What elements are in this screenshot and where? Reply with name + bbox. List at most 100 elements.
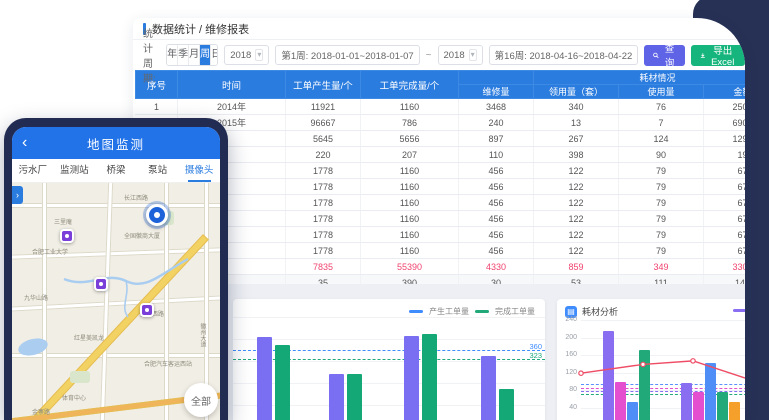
workorder-chart-card: 产生工单量 完成工单量 360323 xyxy=(233,299,545,420)
subcol-header-3: 使用量 xyxy=(619,85,704,99)
table-cell: 456 xyxy=(459,179,534,195)
range-separator: ~ xyxy=(426,50,432,61)
chevron-down-icon: ▾ xyxy=(255,49,263,61)
total-cell: 55390 xyxy=(361,259,459,275)
table-cell: 79 xyxy=(619,195,704,211)
col-header-completed: 工单完成量/个 xyxy=(361,71,459,99)
filter-toolbar: 统计周期: 年季月周日 2018 ▾ 第1周: 2018-01-01~2018-… xyxy=(133,42,745,68)
workorder-chart-plot: 360323 xyxy=(233,299,545,420)
tab-泵站[interactable]: 泵站 xyxy=(137,159,179,182)
main-location-pin[interactable] xyxy=(146,204,168,226)
table-cell: 79 xyxy=(619,179,704,195)
week-to-input[interactable]: 第16周: 2018-04-16~2018-04-22 xyxy=(489,45,639,65)
table-cell: 1 xyxy=(136,99,178,115)
y-tick-label: 200 xyxy=(565,334,577,341)
table-cell: 67 xyxy=(704,195,746,211)
week-from-input[interactable]: 第1周: 2018-01-01~2018-01-07 xyxy=(275,45,419,65)
table-cell: 220 xyxy=(286,147,361,163)
table-cell: 1778 xyxy=(286,211,361,227)
table-cell: 124 xyxy=(619,131,704,147)
table-cell: 11921 xyxy=(286,99,361,115)
table-cell: 456 xyxy=(459,163,534,179)
table-cell: 67 xyxy=(704,163,746,179)
period-option-季[interactable]: 季 xyxy=(178,45,189,65)
table-cell: 456 xyxy=(459,227,534,243)
export-excel-button[interactable]: 导出Excel xyxy=(691,45,745,66)
bar-产生工单量 xyxy=(329,374,344,420)
subcol-header-4: 金额 xyxy=(704,85,746,99)
consumables-chart-plot xyxy=(581,299,745,420)
col-header-created: 工单产生量/个 xyxy=(286,71,361,99)
map-label: 金寨路 xyxy=(32,407,50,416)
map-view[interactable]: 长江西路三里庵全国徽商大厦合肥工业大学九华山路望江西路红星美凯龙合肥汽车客运西站… xyxy=(12,183,220,420)
map-expander-button[interactable]: › xyxy=(12,186,23,204)
period-option-日[interactable]: 日 xyxy=(211,45,218,65)
map-label: 长江西路 xyxy=(124,193,148,202)
show-all-button[interactable]: 全部 xyxy=(184,383,218,417)
table-cell: 79 xyxy=(619,243,704,259)
tab-摄像头[interactable]: 摄像头 xyxy=(178,159,220,182)
table-cell: 1290 xyxy=(704,131,746,147)
camera-marker-pin[interactable] xyxy=(60,229,74,243)
table-cell: 67 xyxy=(704,179,746,195)
table-cell: 2014年 xyxy=(178,99,286,115)
table-row[interactable]: 22015年966677862401376900 xyxy=(136,115,746,131)
camera-marker-pin[interactable] xyxy=(94,277,108,291)
download-icon xyxy=(700,51,706,60)
table-cell: 5656 xyxy=(361,131,459,147)
table-row[interactable]: 12014年1192111603468340762500 xyxy=(136,99,746,115)
table-cell: 6900 xyxy=(704,115,746,131)
table-cell: 267 xyxy=(534,131,619,147)
table-cell: 1160 xyxy=(361,243,459,259)
total-cell: 7835 xyxy=(286,259,361,275)
bar-完成工单量 xyxy=(275,345,290,420)
bar-完成工单量 xyxy=(347,374,362,420)
y-tick-label: 80 xyxy=(569,386,577,393)
table-cell: 122 xyxy=(534,179,619,195)
query-button[interactable]: 查询 xyxy=(644,45,685,66)
table-cell: 1160 xyxy=(361,99,459,115)
y-tick-label: 40 xyxy=(569,404,577,411)
gridline xyxy=(233,317,545,318)
y-tick-label: 240 xyxy=(565,316,577,323)
bar-产生工单量 xyxy=(481,356,496,420)
map-label: 红星美凯龙 xyxy=(74,333,104,342)
chevron-down-icon: ▾ xyxy=(469,49,477,61)
table-cell: 122 xyxy=(534,195,619,211)
bar-完成工单量 xyxy=(499,389,514,420)
table-cell: 67 xyxy=(704,211,746,227)
table-cell: 398 xyxy=(534,147,619,163)
table-cell: 207 xyxy=(361,147,459,163)
table-cell: 240 xyxy=(459,115,534,131)
table-cell: 1778 xyxy=(286,163,361,179)
table-cell: 1160 xyxy=(361,195,459,211)
trend-line xyxy=(581,299,745,420)
year-to-select[interactable]: 2018 ▾ xyxy=(438,45,483,65)
period-option-周[interactable]: 周 xyxy=(200,45,211,65)
table-cell: 19 xyxy=(704,147,746,163)
period-option-月[interactable]: 月 xyxy=(189,45,200,65)
year-from-select[interactable]: 2018 ▾ xyxy=(224,45,269,65)
table-cell: 897 xyxy=(459,131,534,147)
camera-marker-pin[interactable] xyxy=(140,303,154,317)
subcol-header-1: 维修量 xyxy=(459,85,534,99)
period-option-年[interactable]: 年 xyxy=(167,45,178,65)
col-header-time: 时间 xyxy=(178,71,286,99)
total-cell: 4330 xyxy=(459,259,534,275)
table-cell: 1160 xyxy=(361,227,459,243)
table-cell: 456 xyxy=(459,243,534,259)
tab-桥梁[interactable]: 桥梁 xyxy=(95,159,137,182)
search-icon xyxy=(653,51,659,60)
reference-line-label: 323 xyxy=(529,351,542,360)
map-label: 九华山路 xyxy=(24,293,48,302)
y-tick-label: 120 xyxy=(565,369,577,376)
phone-tab-bar: 污水厂监测站桥梁泵站摄像头 xyxy=(12,159,220,183)
tab-监测站[interactable]: 监测站 xyxy=(54,159,96,182)
table-cell: 2500 xyxy=(704,99,746,115)
table-cell: 90 xyxy=(619,147,704,163)
breadcrumb: 数据统计 / 维修报表 xyxy=(133,18,745,40)
table-cell: 1778 xyxy=(286,195,361,211)
table-cell: 1778 xyxy=(286,227,361,243)
tab-污水厂[interactable]: 污水厂 xyxy=(12,159,54,182)
table-cell: 1160 xyxy=(361,163,459,179)
